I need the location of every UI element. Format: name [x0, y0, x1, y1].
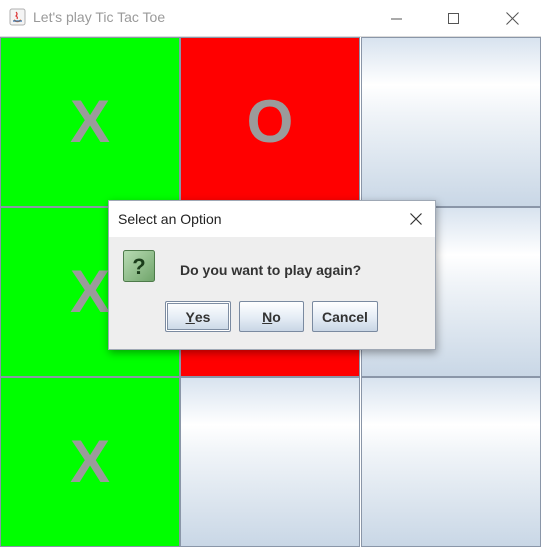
close-icon[interactable] — [489, 0, 535, 37]
cancel-button[interactable]: Cancel — [312, 301, 378, 332]
java-app-icon — [9, 8, 26, 26]
yes-mnemonic: Y — [185, 308, 195, 325]
window-title: Let's play Tic Tac Toe — [33, 9, 166, 25]
maximize-icon[interactable] — [431, 0, 477, 37]
board-cell-2[interactable]: O — [180, 37, 360, 207]
board-cell-3[interactable] — [361, 37, 541, 207]
window-titlebar: Let's play Tic Tac Toe — [0, 0, 541, 37]
cell-mark: X — [69, 258, 111, 325]
yes-button[interactable]: Yes — [165, 301, 231, 332]
cell-mark: O — [246, 88, 294, 155]
no-button[interactable]: No — [239, 301, 304, 332]
dialog-close-icon[interactable] — [405, 208, 427, 230]
board-cell-9[interactable] — [361, 377, 541, 547]
cell-mark: X — [69, 428, 111, 495]
play-again-dialog: Select an Option ? Do you want to play a… — [108, 200, 436, 350]
yes-label-rest: es — [194, 308, 211, 325]
question-icon: ? — [123, 250, 156, 283]
no-label-rest: o — [272, 308, 281, 325]
cancel-label: Cancel — [322, 308, 368, 325]
minimize-icon[interactable] — [374, 0, 420, 37]
board-cell-8[interactable] — [180, 377, 360, 547]
board-cell-7[interactable]: X — [0, 377, 180, 547]
dialog-title: Select an Option — [118, 211, 222, 227]
dialog-message: Do you want to play again? — [180, 262, 362, 278]
cell-mark: X — [69, 88, 111, 155]
svg-text:?: ? — [132, 254, 145, 279]
board-cell-1[interactable]: X — [0, 37, 180, 207]
dialog-titlebar: Select an Option — [109, 201, 435, 237]
no-mnemonic: N — [262, 308, 273, 325]
